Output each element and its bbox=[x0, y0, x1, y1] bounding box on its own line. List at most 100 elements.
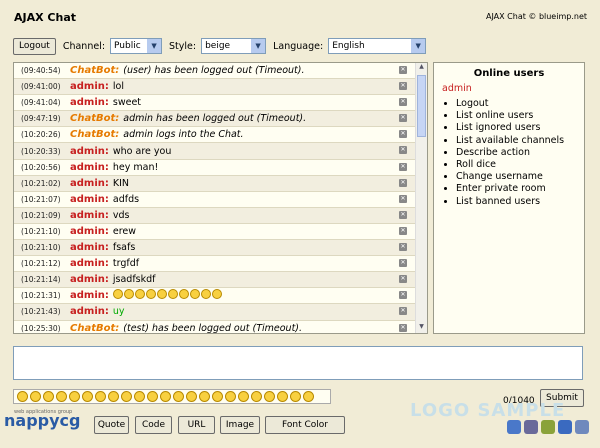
emoticon-icon[interactable] bbox=[199, 391, 210, 402]
chat-message-list[interactable]: (09:40:54) ChatBot: (user) has been logged… bbox=[13, 62, 428, 334]
bbcode-url-button[interactable]: URL bbox=[178, 416, 215, 434]
message-text: (user) has been logged out (Timeout). bbox=[123, 65, 305, 77]
delete-message-icon[interactable]: ✕ bbox=[399, 114, 407, 123]
delete-message-icon[interactable]: ✕ bbox=[399, 275, 407, 284]
emoticon-icon[interactable] bbox=[264, 391, 275, 402]
message-user[interactable]: admin: bbox=[70, 81, 109, 92]
emoticon-icon[interactable] bbox=[82, 391, 93, 402]
delete-message-icon[interactable]: ✕ bbox=[399, 130, 407, 139]
chat-scrollbar[interactable]: ▲ ▼ bbox=[415, 63, 427, 333]
emoticon-icon[interactable] bbox=[134, 391, 145, 402]
emoticon-icon[interactable] bbox=[238, 391, 249, 402]
chat-message-row: (10:20:26) ChatBot: admin logs into the Ch… bbox=[14, 127, 427, 144]
user-menu-item[interactable]: List available channels bbox=[456, 135, 584, 147]
user-menu-item[interactable]: List ignored users bbox=[456, 122, 584, 134]
emoticon-icon[interactable] bbox=[303, 391, 314, 402]
audio-icon[interactable] bbox=[575, 420, 589, 434]
delete-message-icon[interactable]: ✕ bbox=[399, 178, 407, 187]
smiley-icon bbox=[211, 289, 222, 300]
scroll-up-icon[interactable]: ▲ bbox=[416, 63, 427, 73]
bbcode-image-button[interactable]: Image bbox=[220, 416, 260, 434]
chat-message-row: (10:21:31) admin: ✕ bbox=[14, 288, 427, 305]
sound-icon[interactable] bbox=[541, 420, 555, 434]
emoticon-icon[interactable] bbox=[225, 391, 236, 402]
delete-message-icon[interactable]: ✕ bbox=[399, 323, 407, 332]
delete-message-icon[interactable]: ✕ bbox=[399, 210, 407, 219]
emoticon-icon[interactable] bbox=[173, 391, 184, 402]
message-user[interactable]: admin: bbox=[70, 146, 109, 157]
emoticon-icon[interactable] bbox=[290, 391, 301, 402]
emoticon-icon[interactable] bbox=[212, 391, 223, 402]
chat-message-row: (10:21:02) admin: KIN ✕ bbox=[14, 175, 427, 192]
chat-message-row: (10:21:07) admin: adfds ✕ bbox=[14, 192, 427, 208]
message-user[interactable]: admin: bbox=[70, 226, 109, 237]
emoticon-icon[interactable] bbox=[17, 391, 28, 402]
bbcode-quote-button[interactable]: Quote bbox=[94, 416, 129, 434]
delete-message-icon[interactable]: ✕ bbox=[399, 226, 407, 235]
emoticon-icon[interactable] bbox=[30, 391, 41, 402]
delete-message-icon[interactable]: ✕ bbox=[399, 82, 407, 91]
message-user[interactable]: ChatBot: bbox=[70, 323, 119, 333]
message-time: (10:20:33) bbox=[21, 146, 61, 156]
scrollbar-thumb[interactable] bbox=[417, 75, 426, 137]
scroll-down-icon[interactable]: ▼ bbox=[416, 323, 427, 333]
copyright: AJAX Chat © blueimp.net bbox=[485, 12, 587, 21]
message-user[interactable]: admin: bbox=[70, 290, 109, 301]
message-user[interactable]: ChatBot: bbox=[70, 113, 119, 124]
emoticon-icon[interactable] bbox=[56, 391, 67, 402]
channel-select[interactable]: Public ▼ bbox=[110, 38, 163, 54]
delete-message-icon[interactable]: ✕ bbox=[399, 66, 407, 74]
user-menu-item[interactable]: Change username bbox=[456, 171, 584, 183]
message-user[interactable]: admin: bbox=[70, 162, 109, 173]
language-select[interactable]: English ▼ bbox=[328, 38, 427, 54]
language-select-value: English bbox=[332, 41, 365, 51]
user-menu-item[interactable]: List banned users bbox=[456, 196, 584, 208]
message-text: admin logs into the Chat. bbox=[123, 129, 244, 141]
emoticon-icon[interactable] bbox=[147, 391, 158, 402]
chevron-down-icon: ▼ bbox=[147, 39, 162, 53]
user-menu-item[interactable]: Enter private room bbox=[456, 183, 584, 195]
bbcode-code-button[interactable]: Code bbox=[135, 416, 172, 434]
message-user[interactable]: ChatBot: bbox=[70, 65, 119, 76]
delete-message-icon[interactable]: ✕ bbox=[399, 243, 407, 252]
emoticon-icon[interactable] bbox=[108, 391, 119, 402]
message-user[interactable]: admin: bbox=[70, 258, 109, 269]
user-menu-item[interactable]: Roll dice bbox=[456, 159, 584, 171]
bbcode-font-color-button[interactable]: Font Color bbox=[265, 416, 345, 434]
delete-message-icon[interactable]: ✕ bbox=[399, 194, 407, 203]
delete-message-icon[interactable]: ✕ bbox=[399, 291, 407, 300]
message-text: adfds bbox=[112, 193, 140, 205]
message-user[interactable]: admin: bbox=[70, 210, 109, 221]
emoticon-icon[interactable] bbox=[186, 391, 197, 402]
emoticon-icon[interactable] bbox=[121, 391, 132, 402]
emoticon-icon[interactable] bbox=[251, 391, 262, 402]
message-user[interactable]: admin: bbox=[70, 306, 109, 317]
message-user[interactable]: admin: bbox=[70, 242, 109, 253]
emoticon-icon[interactable] bbox=[277, 391, 288, 402]
help-icon[interactable] bbox=[507, 420, 521, 434]
delete-message-icon[interactable]: ✕ bbox=[399, 259, 407, 268]
message-user[interactable]: admin: bbox=[70, 194, 109, 205]
delete-message-icon[interactable]: ✕ bbox=[399, 146, 407, 155]
delete-message-icon[interactable]: ✕ bbox=[399, 98, 407, 107]
user-menu-item[interactable]: Describe action bbox=[456, 147, 584, 159]
emoticon-icon[interactable] bbox=[43, 391, 54, 402]
message-user[interactable]: admin: bbox=[70, 274, 109, 285]
emoticon-icon[interactable] bbox=[160, 391, 171, 402]
message-user[interactable]: admin: bbox=[70, 97, 109, 108]
message-user[interactable]: admin: bbox=[70, 178, 109, 189]
message-user[interactable]: ChatBot: bbox=[70, 129, 119, 140]
message-input[interactable] bbox=[13, 346, 583, 380]
emoticon-icon[interactable] bbox=[95, 391, 106, 402]
speaker-icon[interactable] bbox=[558, 420, 572, 434]
chat-message-row: (10:21:12) admin: trgfdf ✕ bbox=[14, 256, 427, 273]
online-user-admin[interactable]: admin bbox=[442, 83, 584, 94]
emoticon-icon[interactable] bbox=[69, 391, 80, 402]
user-menu-item[interactable]: Logout bbox=[456, 98, 584, 110]
style-select[interactable]: beige ▼ bbox=[201, 38, 267, 54]
user-menu-item[interactable]: List online users bbox=[456, 110, 584, 122]
logout-button[interactable]: Logout bbox=[13, 37, 56, 55]
settings-icon[interactable] bbox=[524, 420, 538, 434]
delete-message-icon[interactable]: ✕ bbox=[399, 162, 407, 171]
delete-message-icon[interactable]: ✕ bbox=[399, 307, 407, 316]
